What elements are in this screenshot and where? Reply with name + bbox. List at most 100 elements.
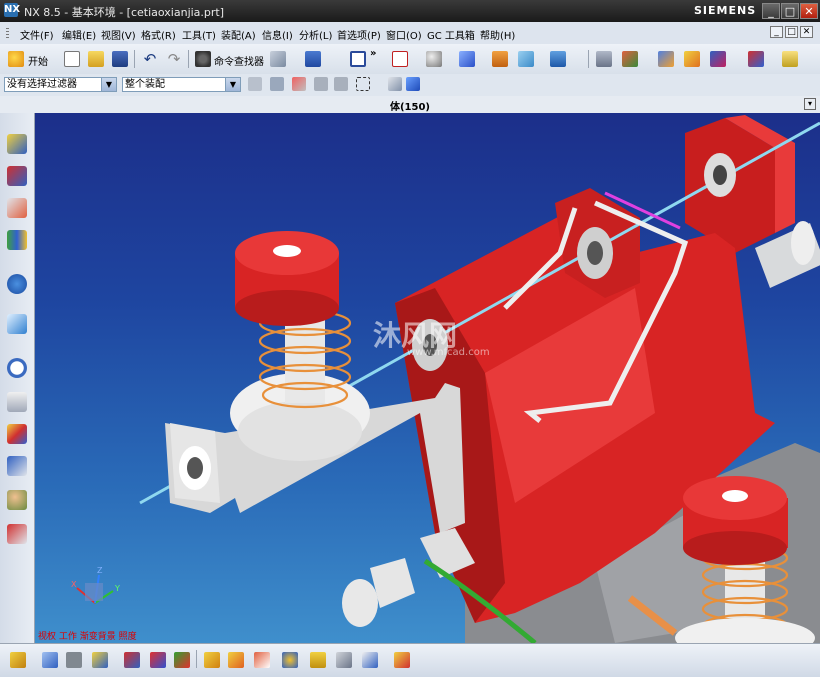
assembly-constraint-button[interactable] (148, 650, 168, 670)
selection-bar: 没有选择过滤器 ▼ 整个装配 ▼ (0, 74, 820, 97)
type-filter-dropdown[interactable]: 没有选择过滤器 ▼ (4, 77, 117, 92)
zoom-button[interactable] (390, 49, 410, 69)
process-studio-tab[interactable] (5, 421, 29, 447)
sketch-button[interactable] (268, 49, 288, 69)
maximize-button[interactable]: □ (781, 3, 799, 19)
wcs-button[interactable] (620, 49, 640, 69)
new-button[interactable] (62, 49, 82, 69)
web-browser-tab[interactable] (5, 271, 29, 297)
menu-information[interactable]: 信息(I) (262, 27, 293, 42)
snap-button[interactable] (548, 49, 568, 69)
check-clearance-button[interactable] (280, 650, 300, 670)
fit-view-button[interactable] (348, 49, 368, 69)
ruler-button[interactable] (780, 49, 800, 69)
part-navigator-button[interactable] (594, 49, 614, 69)
minimize-button[interactable]: _ (762, 3, 780, 19)
user-roles-tab[interactable] (5, 487, 29, 513)
washer-3-hole (713, 165, 727, 185)
doc-close-button[interactable]: ✕ (800, 26, 813, 38)
wave-linker-button[interactable] (252, 650, 272, 670)
measure-button[interactable] (516, 49, 536, 69)
select-feature-button[interactable] (268, 75, 288, 95)
layer-button[interactable] (490, 49, 510, 69)
doc-restore-button[interactable]: □ (785, 26, 798, 38)
command-finder-label[interactable]: 命令查找器 (214, 53, 264, 68)
save-button[interactable] (110, 49, 130, 69)
start-button[interactable] (6, 49, 26, 69)
select-component-icon (406, 77, 420, 91)
toolbar-separator (134, 50, 135, 68)
palette-tab[interactable] (5, 521, 29, 547)
command-finder-button[interactable] (193, 49, 213, 69)
menu-assembly[interactable]: 装配(A) (221, 27, 256, 42)
menu-edit[interactable]: 编辑(E) (62, 27, 96, 42)
assembly-cut-icon (362, 652, 378, 668)
view-triad[interactable]: X Y Z (71, 566, 120, 604)
cue-options-icon[interactable]: ▾ (804, 98, 816, 110)
add-component-button[interactable] (90, 650, 110, 670)
arrangement-button[interactable] (392, 650, 412, 670)
menu-tools[interactable]: 工具(T) (182, 27, 216, 42)
history-tab[interactable] (5, 311, 29, 337)
select-body-button[interactable] (386, 75, 406, 95)
reference-set-button[interactable] (334, 650, 354, 670)
type-filter-value: 没有选择过滤器 (7, 79, 77, 90)
move-object-button[interactable] (708, 49, 728, 69)
shaded-button[interactable] (64, 650, 84, 670)
transform-button[interactable] (746, 49, 766, 69)
menu-view[interactable]: 视图(V) (101, 27, 136, 42)
chevron-down-icon[interactable]: ▼ (101, 78, 116, 91)
move-component-button[interactable] (122, 650, 142, 670)
model-view[interactable]: X Y Z 沐风网 www.mfcad.com (35, 113, 820, 643)
menu-file[interactable]: 文件(F) (20, 27, 54, 42)
start-label[interactable]: 开始 (28, 53, 48, 68)
part-navigator-icon (7, 198, 27, 218)
explode-view-button[interactable] (202, 650, 222, 670)
rectangle-select-button[interactable] (354, 75, 374, 95)
menu-gc-toolbox[interactable]: GC 工具箱 (427, 27, 475, 42)
shading-button[interactable] (424, 49, 444, 69)
close-button[interactable]: ✕ (800, 3, 818, 19)
wireframe-button[interactable] (40, 650, 60, 670)
part-navigator-tab[interactable] (5, 195, 29, 221)
doc-minimize-button[interactable]: _ (770, 26, 783, 38)
view-orient-button[interactable] (457, 49, 477, 69)
snap-point-button[interactable] (8, 650, 28, 670)
select-face-button[interactable] (290, 75, 310, 95)
constraint-navigator-tab[interactable] (5, 163, 29, 189)
menu-analysis[interactable]: 分析(L) (299, 27, 332, 42)
show-hide-icon (658, 51, 674, 67)
select-mode-button[interactable] (303, 49, 323, 69)
menu-help[interactable]: 帮助(H) (480, 27, 515, 42)
chevron-down-icon[interactable]: ▼ (225, 78, 240, 91)
sequence-button[interactable] (226, 650, 246, 670)
measure-icon (518, 51, 534, 67)
system-materials-tab[interactable] (5, 389, 29, 415)
menu-format[interactable]: 格式(R) (141, 27, 176, 42)
menubar-grip-icon[interactable] (6, 28, 9, 40)
clock-history-tab[interactable] (5, 355, 29, 381)
assembly-navigator-tab[interactable] (5, 131, 29, 157)
menu-preferences[interactable]: 首选项(P) (337, 27, 381, 42)
mirror-assembly-button[interactable] (172, 650, 192, 670)
reuse-library-tab[interactable] (5, 227, 29, 253)
wcs-icon (622, 51, 638, 67)
roles-tab[interactable] (5, 453, 29, 479)
link-button[interactable] (308, 650, 328, 670)
toolbar-overflow[interactable]: » (370, 48, 376, 59)
edit-object-button[interactable] (682, 49, 702, 69)
selection-scope-dropdown[interactable]: 整个装配 ▼ (122, 77, 241, 92)
select-component-button[interactable] (404, 75, 424, 95)
move-object-icon (710, 51, 726, 67)
open-button[interactable] (86, 49, 106, 69)
graphics-window[interactable]: X Y Z 沐风网 www.mfcad.com (35, 113, 820, 643)
general-select-button[interactable] (246, 75, 266, 95)
assembly-cut-button[interactable] (360, 650, 380, 670)
select-edge-button[interactable] (312, 75, 332, 95)
menu-window[interactable]: 窗口(O) (386, 27, 422, 42)
show-hide-button[interactable] (656, 49, 676, 69)
select-curve-button[interactable] (332, 75, 352, 95)
toolbar-separator (196, 650, 197, 668)
undo-button[interactable]: ↶ (140, 49, 160, 69)
redo-button[interactable]: ↷ (164, 49, 184, 69)
